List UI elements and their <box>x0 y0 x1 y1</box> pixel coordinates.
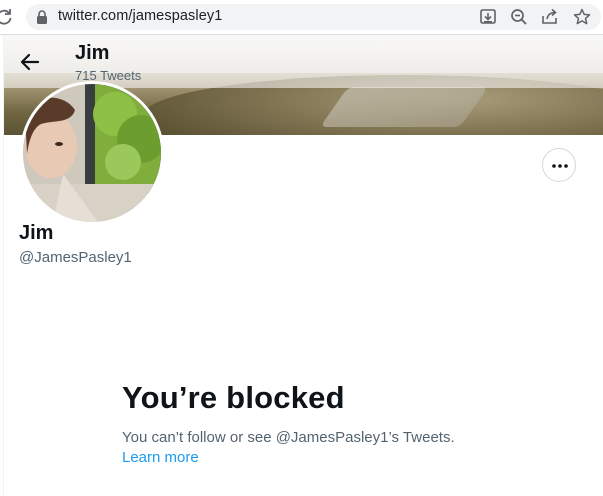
header-display-name: Jim <box>75 42 110 64</box>
bookmark-star-icon[interactable] <box>572 7 592 27</box>
back-arrow-icon[interactable] <box>16 49 44 75</box>
learn-more-link[interactable]: Learn more <box>122 449 199 466</box>
profile-handle: @JamesPasley1 <box>19 249 132 266</box>
install-icon[interactable] <box>478 7 498 27</box>
more-dots-icon <box>552 164 568 168</box>
lock-icon[interactable] <box>35 9 49 25</box>
profile-display-name: Jim <box>19 222 54 244</box>
url-bar[interactable]: twitter.com/jamespasley1 <box>26 4 601 30</box>
browser-address-bar: twitter.com/jamespasley1 <box>0 0 603 34</box>
reload-icon[interactable] <box>0 7 14 27</box>
avatar[interactable] <box>20 81 164 225</box>
zoom-out-icon[interactable] <box>509 7 529 27</box>
blocked-title: You’re blocked <box>122 380 345 415</box>
more-options-button[interactable] <box>542 148 576 182</box>
blocked-description: You can’t follow or see @JamesPasley1’s … <box>122 429 455 446</box>
url-text[interactable]: twitter.com/jamespasley1 <box>58 8 222 24</box>
share-icon[interactable] <box>540 7 560 27</box>
profile-page: Jim 715 Tweets Jim @JamesPasley1 You’re … <box>3 35 603 496</box>
